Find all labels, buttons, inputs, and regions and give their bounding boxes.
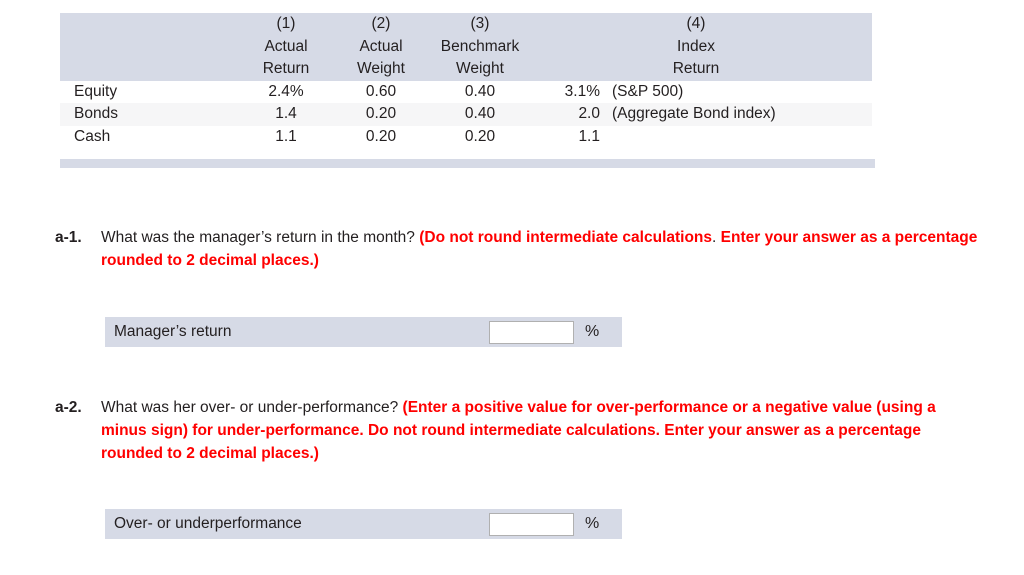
- header-col-line2-2: Weight: [357, 60, 405, 77]
- header-cell-actual-return: (1) Actual Return: [234, 13, 338, 81]
- header-col-line1-4: Index: [677, 37, 715, 55]
- cell-index-name: (S&P 500): [612, 82, 684, 100]
- question-a2: a-2. What was her over- or under-perform…: [55, 396, 985, 465]
- cell-index-return: 2.0: [578, 105, 600, 122]
- cell-actual-weight: 0.20: [365, 105, 397, 122]
- question-a1-prompt: What was the manager’s return in the mon…: [101, 229, 420, 246]
- header-cell-actual-weight: (2) Actual Weight: [338, 13, 424, 81]
- answer-label-over-underperformance: Over- or underperformance: [114, 515, 302, 532]
- over-underperformance-input[interactable]: [489, 512, 574, 536]
- question-a2-tag: a-2.: [55, 399, 82, 416]
- question-a1-instruction-tail: .: [712, 229, 717, 246]
- cell-benchmark-weight: 0.20: [464, 127, 496, 145]
- percent-unit-label: %: [585, 323, 600, 340]
- performance-attribution-table: (1) Actual Return (2) Actual Weight (3) …: [60, 13, 872, 148]
- cell-actual-weight: 0.60: [365, 82, 397, 100]
- cell-actual-return: 1.1: [275, 127, 297, 145]
- question-a1-row: a-1. What was the manager’s return in th…: [55, 226, 985, 272]
- cell-index-return: 3.1%: [564, 82, 600, 100]
- table-header: (1) Actual Return (2) Actual Weight (3) …: [60, 13, 872, 81]
- header-col-number-1: (1): [276, 15, 296, 32]
- question-a2-row: a-2. What was her over- or under-perform…: [55, 396, 985, 465]
- table-footer-band: [60, 159, 875, 168]
- question-a2-prompt: What was her over- or under-performance?: [101, 399, 403, 416]
- table-row: Equity 2.4% 0.60 0.40 3.1% (S&P 500): [60, 81, 872, 104]
- cell-index-return: 1.1: [578, 127, 600, 145]
- cell-actual-return: 2.4%: [268, 82, 304, 100]
- cell-benchmark-weight: 0.40: [464, 82, 496, 100]
- question-a1: a-1. What was the manager’s return in th…: [55, 226, 985, 272]
- cell-benchmark-weight: 0.40: [464, 105, 496, 122]
- header-col-line1-1: Actual: [264, 37, 308, 55]
- question-a2-text: What was her over- or under-performance?…: [101, 396, 985, 465]
- question-a1-text: What was the manager’s return in the mon…: [101, 226, 985, 272]
- table-row: Bonds 1.4 0.20 0.40 2.0 (Aggregate Bond …: [60, 103, 872, 126]
- header-col-line2-1: Return: [262, 60, 310, 77]
- row-label: Bonds: [74, 105, 118, 122]
- header-col-number-4: (4): [686, 15, 706, 32]
- answer-row-a1: Manager’s return %: [105, 317, 622, 347]
- header-col-number-3: (3): [470, 15, 490, 32]
- percent-unit-label: %: [585, 515, 600, 532]
- row-label: Equity: [74, 82, 118, 100]
- header-cell-index-return: (4) Index Return: [536, 13, 856, 81]
- header-col-number-2: (2): [371, 15, 391, 32]
- cell-actual-return: 1.4: [275, 105, 297, 122]
- cell-index-name: (Aggregate Bond index): [612, 105, 776, 122]
- table-header-row: (1) Actual Return (2) Actual Weight (3) …: [60, 13, 872, 81]
- table-row: Cash 1.1 0.20 0.20 1.1: [60, 126, 872, 149]
- header-col-line1-3: Benchmark: [440, 37, 520, 55]
- answer-label-managers-return: Manager’s return: [114, 323, 232, 340]
- header-col-line1-2: Actual: [359, 37, 403, 55]
- cell-actual-weight: 0.20: [365, 127, 397, 145]
- header-col-line2-3: Weight: [456, 60, 504, 77]
- answer-row-a2: Over- or underperformance %: [105, 509, 622, 539]
- header-cell-benchmark-weight: (3) Benchmark Weight: [424, 13, 536, 81]
- header-cell-blank: [60, 13, 234, 81]
- row-label: Cash: [74, 127, 111, 145]
- header-col-line2-4: Return: [672, 60, 720, 77]
- question-a1-instruction-red: (Do not round intermediate calculations: [419, 229, 713, 246]
- question-a1-tag: a-1.: [55, 229, 82, 246]
- managers-return-input[interactable]: [489, 320, 574, 344]
